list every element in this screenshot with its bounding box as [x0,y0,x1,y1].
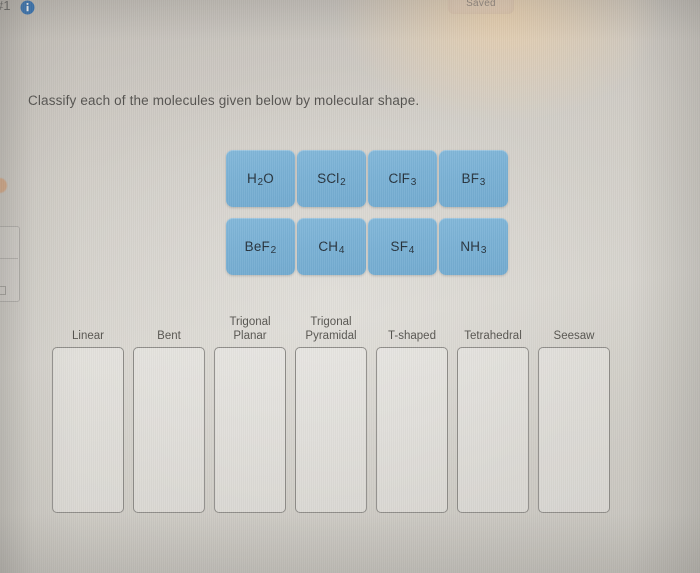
molecule-tile-row: H2O SCl2 ClF3 BF3 [226,150,508,207]
category-trigonal-planar: Trigonal Planar [214,316,286,513]
category-label: Bent [157,329,181,342]
molecule-tile-h2o[interactable]: H2O [226,150,295,207]
info-circle-icon[interactable] [20,0,35,15]
dropzone-t-shaped[interactable] [376,347,448,513]
dropzone-trigonal-pyramidal[interactable] [295,347,367,513]
dropzone-linear[interactable] [52,347,124,513]
molecule-tile-row: BeF2 CH4 SF4 NH3 [226,218,508,275]
molecule-tile-sf4[interactable]: SF4 [368,218,437,275]
molecule-formula: BeF2 [244,239,277,256]
category-t-shaped: T-shaped [376,329,448,513]
category-label: Trigonal Planar [229,316,271,342]
question-header: #1 Saved [0,0,700,22]
category-trigonal-pyramidal: Trigonal Pyramidal [295,316,367,513]
category-linear: Linear [52,329,124,513]
molecule-formula: CH4 [318,239,345,256]
question-number: #1 [0,0,11,13]
molecule-tile-bef2[interactable]: BeF2 [226,218,295,275]
molecule-formula: NH3 [460,239,487,256]
molecule-formula: ClF3 [388,171,417,188]
category-seesaw: Seesaw [538,329,610,513]
molecule-tile-bf3[interactable]: BF3 [439,150,508,207]
molecule-formula: SF4 [390,239,415,256]
category-dropzone-row: Linear Bent Trigonal Planar Trigonal Pyram… [52,316,652,513]
category-label: T-shaped [388,329,436,342]
dropzone-trigonal-planar[interactable] [214,347,286,513]
molecule-formula: SCl2 [317,171,346,188]
category-label: Tetrahedral [464,329,522,342]
category-tetrahedral: Tetrahedral [457,329,529,513]
molecule-tile-scl2[interactable]: SCl2 [297,150,366,207]
category-bent: Bent [133,329,205,513]
molecule-formula: BF3 [461,171,486,188]
molecule-formula: H2O [246,171,274,188]
molecule-tile-clf3[interactable]: ClF3 [368,150,437,207]
category-label: Seesaw [553,329,595,342]
molecule-tile-ch4[interactable]: CH4 [297,218,366,275]
saved-status-badge: Saved [448,0,514,14]
category-label: Trigonal Pyramidal [305,316,357,342]
molecule-tile-nh3[interactable]: NH3 [439,218,508,275]
saved-status-label: Saved [466,0,496,9]
page-title: Classify each of the molecules given bel… [28,93,420,108]
category-label: Linear [72,329,104,342]
dropzone-seesaw[interactable] [538,347,610,513]
dropzone-bent[interactable] [133,347,205,513]
dropzone-tetrahedral[interactable] [457,347,529,513]
molecule-tile-grid: H2O SCl2 ClF3 BF3 BeF2 CH4 SF4 NH3 [226,150,508,286]
